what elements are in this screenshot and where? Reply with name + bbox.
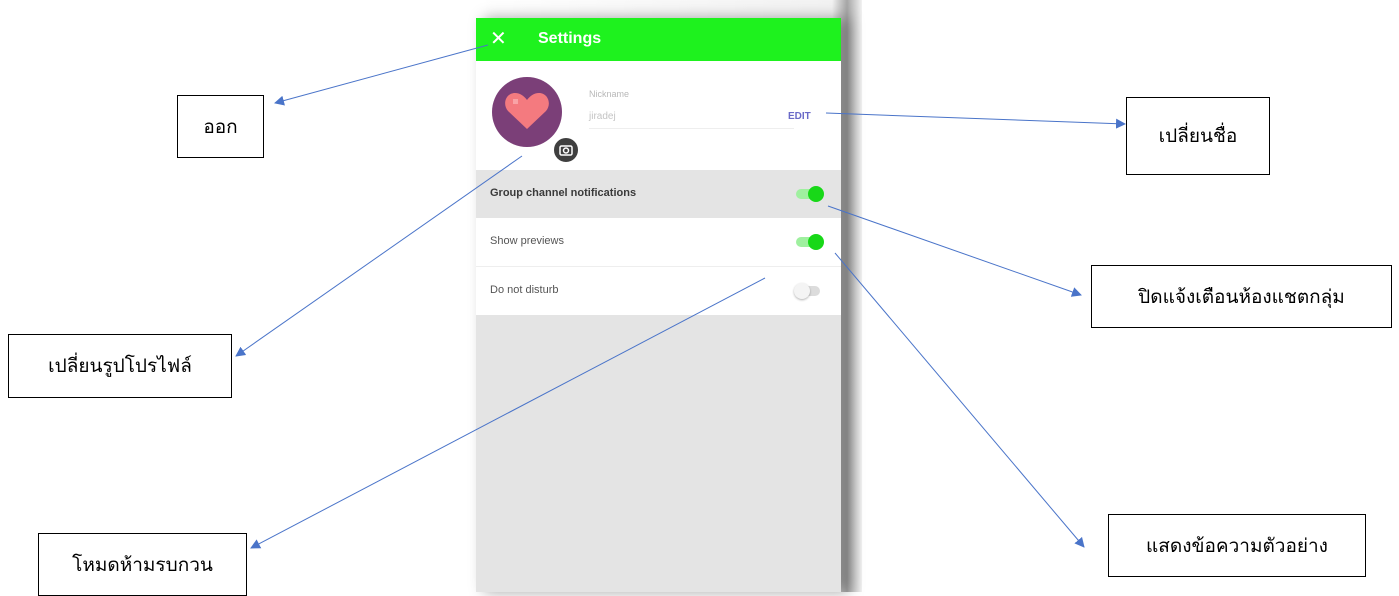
annotation-change-profile-picture: เปลี่ยนรูปโปรไฟล์: [8, 334, 232, 398]
annotation-mute-group-chat: ปิดแจ้งเตือนห้องแชตกลุ่ม: [1091, 265, 1392, 328]
arrow-group-notifications: [827, 205, 1082, 297]
arrow-do-not-disturb: [250, 277, 766, 549]
annotation-exit: ออก: [177, 95, 264, 158]
arrow-show-previews: [834, 252, 1085, 548]
arrow-change-name: [825, 112, 1126, 129]
arrow-profile-picture: [235, 155, 523, 357]
annotation-do-not-disturb-mode: โหมดห้ามรบกวน: [38, 533, 247, 596]
annotation-change-name: เปลี่ยนชื่อ: [1126, 97, 1270, 175]
arrow-exit: [274, 44, 489, 106]
annotation-show-message-preview: แสดงข้อความตัวอย่าง: [1108, 514, 1366, 577]
